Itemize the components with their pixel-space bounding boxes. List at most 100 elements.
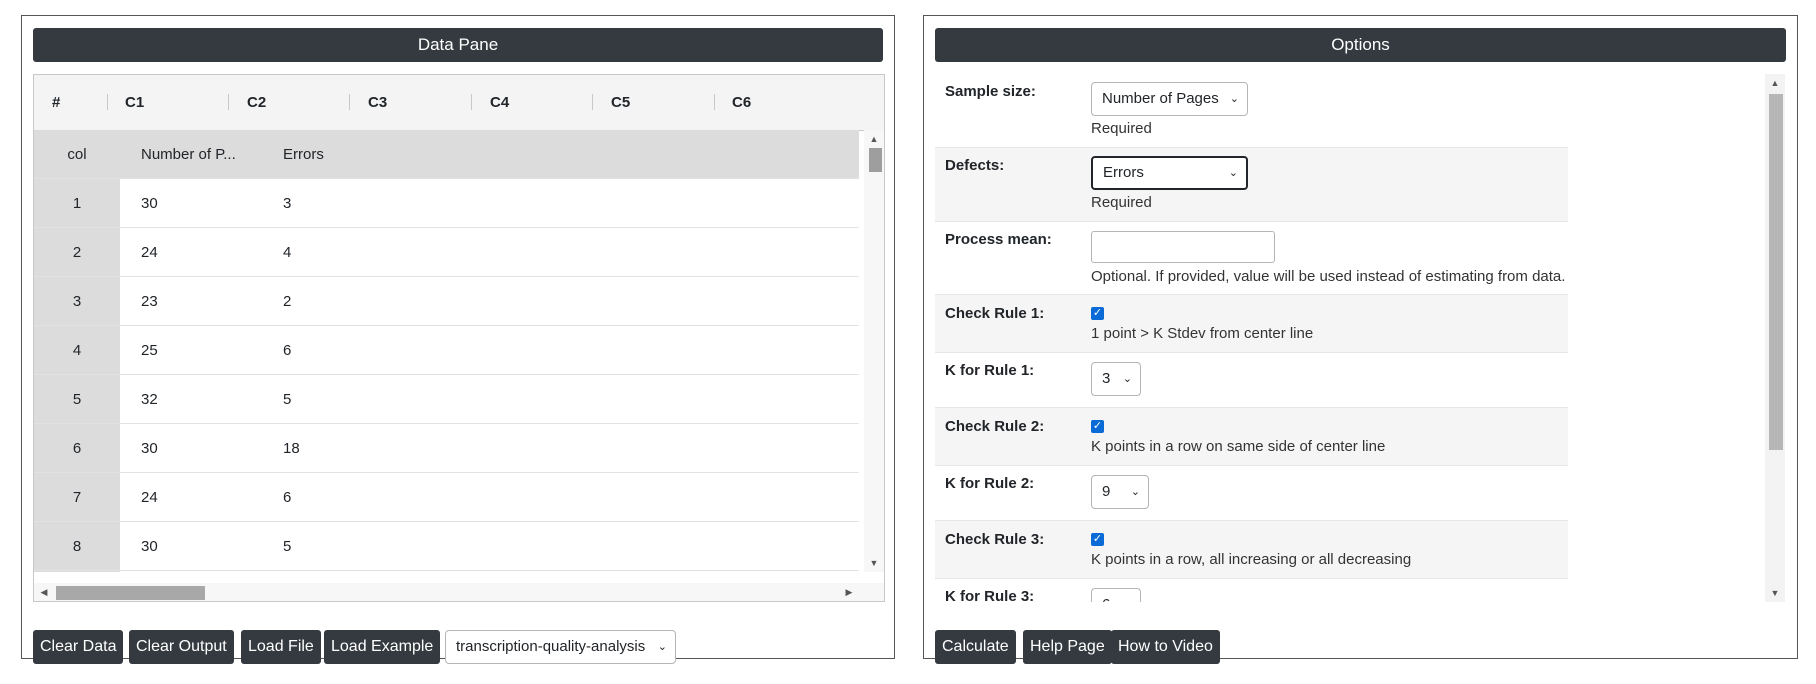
header-c5[interactable]: C5 xyxy=(611,75,630,130)
cell-c1[interactable]: 32 xyxy=(141,375,158,424)
check-rule-3-checkbox[interactable]: ✓ xyxy=(1091,533,1104,546)
cell-c2[interactable]: 2 xyxy=(283,277,291,326)
option-k-rule-2: K for Rule 2: 9 ⌄ xyxy=(935,466,1568,521)
sample-size-note: Required xyxy=(1091,120,1152,137)
table-row: 3 23 2 xyxy=(34,277,859,326)
cell-c1[interactable]: 30 xyxy=(141,424,158,473)
cell-c1[interactable]: 25 xyxy=(141,326,158,375)
chevron-down-icon: ⌄ xyxy=(1130,486,1140,498)
cell-c1[interactable]: 23 xyxy=(141,277,158,326)
cell-c1[interactable]: 30 xyxy=(141,179,158,228)
defects-note: Required xyxy=(1091,194,1152,211)
table-row xyxy=(34,571,859,572)
option-process-mean: Process mean: Optional. If provided, val… xyxy=(935,222,1568,295)
header-c3[interactable]: C3 xyxy=(368,75,387,130)
defects-select[interactable]: Errors ⌄ xyxy=(1091,156,1248,190)
cell-c1[interactable]: 30 xyxy=(141,522,158,571)
cell-c2[interactable]: 5 xyxy=(283,522,291,571)
row-index: col xyxy=(34,130,120,178)
scroll-left-arrow-icon[interactable]: ◀ xyxy=(36,583,52,601)
check-rule-3-note: K points in a row, all increasing or all… xyxy=(1091,551,1412,568)
check-rule-1-checkbox[interactable]: ✓ xyxy=(1091,307,1104,320)
cell-c2[interactable]: 18 xyxy=(283,424,300,473)
scroll-down-arrow-icon[interactable]: ▼ xyxy=(864,554,884,572)
k-rule-1-value: 3 xyxy=(1102,370,1111,387)
table-row: 1 30 3 xyxy=(34,179,859,228)
cell-c2[interactable]: 6 xyxy=(283,473,291,522)
process-mean-note: Optional. If provided, value will be use… xyxy=(1091,268,1566,285)
process-mean-input[interactable] xyxy=(1091,231,1275,263)
load-example-button[interactable]: Load Example xyxy=(324,630,441,664)
header-index[interactable]: # xyxy=(52,75,60,130)
clear-data-button[interactable]: Clear Data xyxy=(33,630,124,664)
clear-output-button[interactable]: Clear Output xyxy=(129,630,234,664)
grid-vertical-scrollbar[interactable]: ▲ ▼ xyxy=(864,130,884,572)
k-rule-2-select[interactable]: 9 ⌄ xyxy=(1091,475,1149,509)
calculate-button[interactable]: Calculate xyxy=(935,630,1016,664)
row-index: 6 xyxy=(34,424,120,472)
k-rule-3-select[interactable]: 6 ⌄ xyxy=(1091,588,1141,602)
scroll-thumb[interactable] xyxy=(56,586,205,600)
k-rule-3-label: K for Rule 3: xyxy=(945,588,1035,602)
cell-c2[interactable]: 3 xyxy=(283,179,291,228)
table-row: 6 30 18 xyxy=(34,424,859,473)
column-divider[interactable] xyxy=(714,94,715,110)
option-check-rule-2: Check Rule 2: ✓ K points in a row on sam… xyxy=(935,408,1568,466)
column-divider[interactable] xyxy=(349,94,350,110)
example-select[interactable]: transcription-quality-analysis ⌄ xyxy=(445,630,676,664)
chevron-down-icon: ⌄ xyxy=(1123,589,1132,602)
header-c2[interactable]: C2 xyxy=(247,75,266,130)
row-index: 2 xyxy=(34,228,120,276)
table-row: 8 30 5 xyxy=(34,522,859,571)
scroll-thumb[interactable] xyxy=(1769,94,1783,450)
grid-horizontal-scrollbar[interactable]: ◀ ▶ xyxy=(34,583,884,601)
cell-c2[interactable]: 4 xyxy=(283,228,291,277)
option-check-rule-3: Check Rule 3: ✓ K points in a row, all i… xyxy=(935,521,1568,579)
header-c6[interactable]: C6 xyxy=(732,75,751,130)
column-divider[interactable] xyxy=(592,94,593,110)
column-divider[interactable] xyxy=(228,94,229,110)
data-grid[interactable]: # C1 C2 C3 C4 C5 C6 col Number of P... E… xyxy=(33,74,885,602)
grid-header-row: # C1 C2 C3 C4 C5 C6 xyxy=(34,75,884,131)
check-rule-3-label: Check Rule 3: xyxy=(945,531,1045,548)
defects-value: Errors xyxy=(1103,164,1144,181)
chevron-down-icon: ⌄ xyxy=(657,641,667,653)
sample-size-label: Sample size: xyxy=(945,83,1036,100)
sample-size-value: Number of Pages xyxy=(1102,90,1219,107)
table-row: 5 32 5 xyxy=(34,375,859,424)
cell-c2[interactable]: 5 xyxy=(283,375,291,424)
column-divider[interactable] xyxy=(471,94,472,110)
options-scrollbar[interactable]: ▲ ▼ xyxy=(1765,74,1785,602)
check-rule-1-label: Check Rule 1: xyxy=(945,305,1045,322)
check-rule-2-note: K points in a row on same side of center… xyxy=(1091,438,1386,455)
sample-size-select[interactable]: Number of Pages ⌄ xyxy=(1091,82,1248,116)
how-to-video-button[interactable]: How to Video xyxy=(1111,630,1220,664)
row-index: 5 xyxy=(34,375,120,423)
scroll-up-arrow-icon[interactable]: ▲ xyxy=(1765,74,1785,92)
data-pane-title: Data Pane xyxy=(33,28,883,62)
option-k-rule-1: K for Rule 1: 3 ⌄ xyxy=(935,353,1568,408)
scroll-up-arrow-icon[interactable]: ▲ xyxy=(864,130,884,148)
k-rule-1-select[interactable]: 3 ⌄ xyxy=(1091,362,1141,396)
cell-c2[interactable]: Errors xyxy=(283,130,324,179)
check-rule-2-checkbox[interactable]: ✓ xyxy=(1091,420,1104,433)
cell-c1[interactable]: 24 xyxy=(141,473,158,522)
help-page-button[interactable]: Help Page xyxy=(1023,630,1112,664)
scroll-thumb[interactable] xyxy=(869,148,882,172)
chevron-down-icon: ⌄ xyxy=(1229,93,1239,105)
column-divider[interactable] xyxy=(107,94,108,110)
cell-c2[interactable]: 6 xyxy=(283,326,291,375)
scroll-down-arrow-icon[interactable]: ▼ xyxy=(1765,584,1785,602)
row-index: 4 xyxy=(34,326,120,374)
scroll-right-arrow-icon[interactable]: ▶ xyxy=(841,583,857,601)
row-index: 3 xyxy=(34,277,120,325)
header-c4[interactable]: C4 xyxy=(490,75,509,130)
k-rule-1-label: K for Rule 1: xyxy=(945,362,1035,379)
grid-body: col Number of P... Errors 1 30 3 2 24 4 … xyxy=(34,130,859,572)
options-panel: Options Sample size: Number of Pages ⌄ R… xyxy=(923,15,1798,664)
cell-c1[interactable]: 24 xyxy=(141,228,158,277)
option-defects: Defects: Errors ⌄ Required xyxy=(935,148,1568,222)
cell-c1[interactable]: Number of P... xyxy=(141,130,236,179)
load-file-button[interactable]: Load File xyxy=(241,630,321,664)
header-c1[interactable]: C1 xyxy=(125,75,144,130)
